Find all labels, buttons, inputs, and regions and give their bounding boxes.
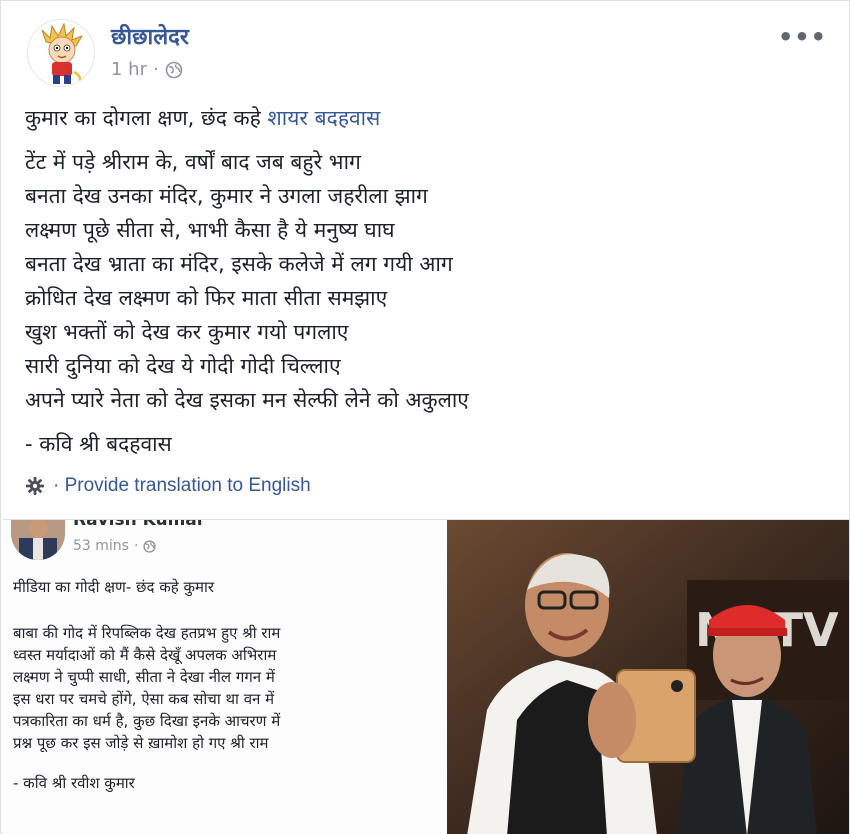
facebook-post: छीछालेदर 1 hr · ••• कुमार का दोगला क्षण,… [0, 0, 850, 834]
meta-separator: · [152, 59, 159, 80]
embedded-post-panel: Ravish Kumar 53 mins · मीडिया का गोदी क्… [3, 520, 447, 834]
translate-link[interactable]: · Provide translation to English [25, 475, 311, 497]
embedded-screenshot-image[interactable]: Ravish Kumar 53 mins · मीडिया का गोदी क्… [3, 519, 849, 834]
embedded-author-avatar [11, 520, 65, 560]
poem-signature: - कवि श्री बदहवास [25, 432, 172, 456]
embedded-poem-line: पत्रकारिता का धर्म है, कुछ दिखा इनके आचर… [13, 712, 281, 730]
globe-icon[interactable] [165, 61, 183, 79]
post-meta: 1 hr · [111, 59, 183, 80]
poem-line: सारी दुनिया को देख ये गोदी गोदी चिल्लाए [25, 354, 341, 378]
embedded-meta-separator: · [133, 538, 139, 554]
embedded-signature: - कवि श्री रवीश कुमार [13, 774, 135, 792]
poem-line: अपने प्यारे नेता को देख इसका मन सेल्फी ल… [25, 388, 469, 412]
post-timestamp[interactable]: 1 hr [111, 59, 147, 80]
poem-line: बनता देख भ्राता का मंदिर, इसके कलेजे में… [25, 252, 453, 276]
embedded-poem-line: लक्ष्मण ने चुप्पी साधी, सीता ने देखा नील… [13, 668, 275, 686]
embedded-poem-line: ध्वस्त मर्यादाओं को मैं कैसे देखूँ अपलक … [13, 646, 277, 664]
embedded-poem-line: इस धरा पर चमचे होंगे, ऐसा कब सोचा था वन … [13, 690, 275, 708]
post-headline: कुमार का दोगला क्षण, छंद कहे शायर बदहवास [25, 101, 825, 135]
more-options-icon[interactable]: ••• [778, 23, 827, 51]
poem-line: टेंट में पड़े श्रीराम के, वर्षों बाद जब … [25, 150, 361, 174]
selfie-photo: NDTV [447, 520, 849, 834]
post-message: कुमार का दोगला क्षण, छंद कहे शायर बदहवास… [25, 101, 825, 461]
author-avatar[interactable] [27, 19, 95, 87]
embedded-poem-line: बाबा की गोद में रिपब्लिक देख हतप्रभ हुए … [13, 624, 281, 642]
poem-line: लक्ष्मण पूछे सीता से, भाभी कैसा है ये मन… [25, 218, 395, 242]
translate-label: · Provide translation to English [53, 475, 311, 496]
gear-icon [26, 477, 44, 495]
poem-line: बनता देख उनका मंदिर, कुमार ने उगला जहरील… [25, 184, 428, 208]
embedded-author-name: Ravish Kumar [73, 519, 206, 530]
embedded-timestamp: 53 mins [73, 538, 129, 554]
headline-hashtag-link[interactable]: शायर बदहवास [268, 106, 381, 130]
embedded-post-meta: 53 mins · [73, 538, 157, 554]
globe-icon [143, 539, 157, 553]
embedded-poem-line: प्रश्न पूछ कर इस जोड़े से ख़ामोश हो गए श… [13, 734, 269, 752]
headline-text: कुमार का दोगला क्षण, छंद कहे [25, 106, 261, 130]
cartoon-avatar-image [28, 20, 94, 86]
poem-line: क्रोधित देख लक्ष्मण को फिर माता सीता समझ… [25, 286, 388, 310]
embedded-post-message: मीडिया का गोदी क्षण- छंद कहे कुमार बाबा … [13, 576, 443, 794]
embedded-headline: मीडिया का गोदी क्षण- छंद कहे कुमार [13, 578, 215, 596]
author-name-link[interactable]: छीछालेदर [111, 21, 189, 51]
poem-line: खुश भक्तों को देख कर कुमार गयो पगलाए [25, 320, 349, 344]
